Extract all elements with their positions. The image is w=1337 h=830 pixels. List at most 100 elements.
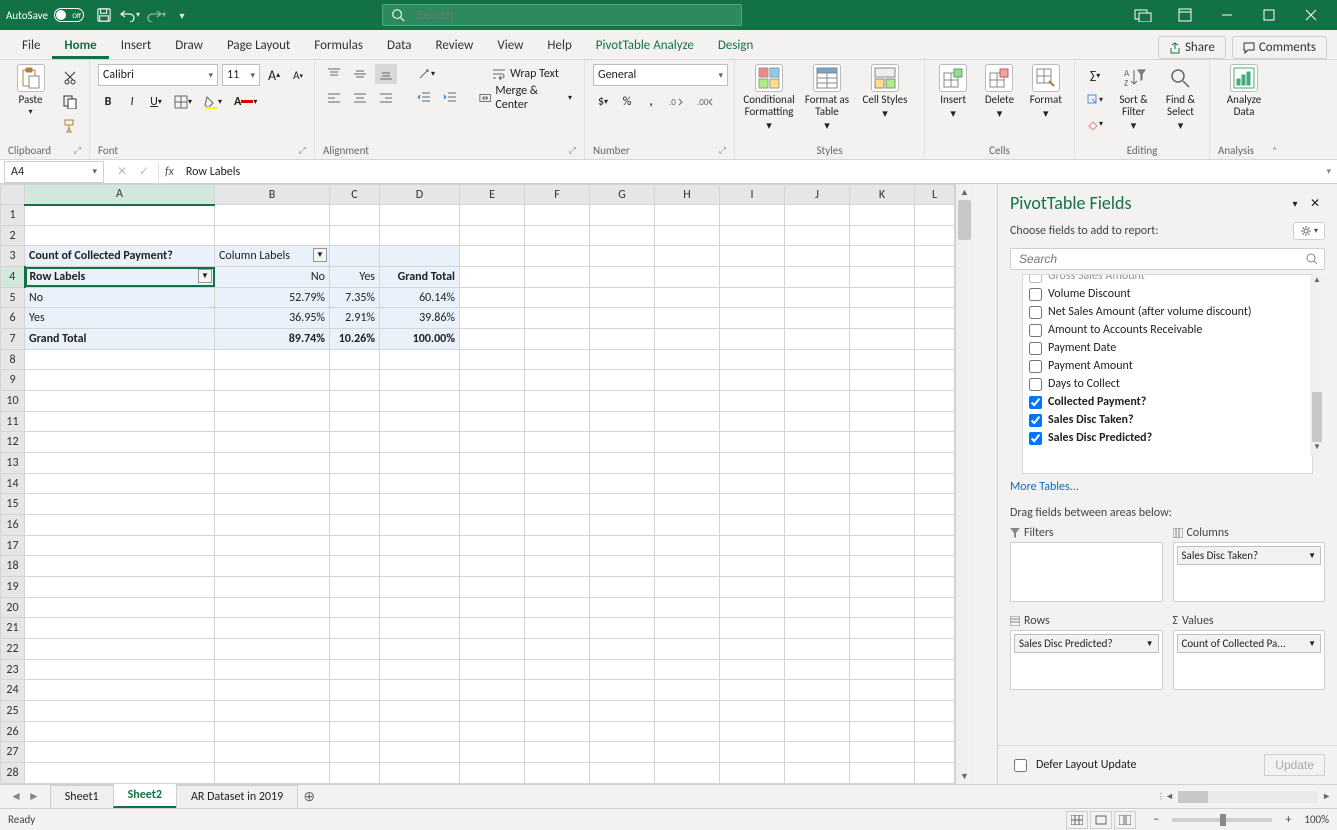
cell-G24[interactable] — [590, 680, 655, 701]
cell-D15[interactable] — [380, 494, 460, 515]
cell-H11[interactable] — [655, 411, 720, 432]
cell-K20[interactable] — [850, 597, 915, 618]
cell-L16[interactable] — [915, 515, 955, 536]
tab-help[interactable]: Help — [535, 32, 583, 59]
cell-B19[interactable] — [215, 577, 330, 598]
cell-G16[interactable] — [590, 515, 655, 536]
fieldlist-scrollbar[interactable]: ▲ ▼ — [1310, 275, 1324, 456]
cell-C27[interactable] — [330, 742, 380, 763]
cell-E12[interactable] — [460, 432, 525, 453]
tab-insert[interactable]: Insert — [109, 32, 164, 59]
tab-page-layout[interactable]: Page Layout — [215, 32, 302, 59]
field-checkbox[interactable] — [1029, 432, 1042, 445]
delete-cells-button[interactable]: Delete ▾ — [979, 64, 1019, 120]
cell-I1[interactable] — [720, 205, 785, 226]
cell-E13[interactable] — [460, 453, 525, 474]
cell-L21[interactable] — [915, 618, 955, 639]
cell-C22[interactable] — [330, 639, 380, 660]
cell-K25[interactable] — [850, 701, 915, 722]
cell-C28[interactable] — [330, 763, 380, 784]
cell-A16[interactable] — [25, 515, 215, 536]
search-box[interactable] — [382, 4, 742, 26]
row-header-11[interactable]: 11 — [1, 411, 25, 432]
zoom-in-icon[interactable]: + — [1278, 810, 1298, 830]
scroll-down-icon[interactable]: ▼ — [956, 768, 973, 784]
cell-K7[interactable] — [850, 329, 915, 350]
field-checkbox[interactable] — [1029, 288, 1042, 301]
cell-G13[interactable] — [590, 453, 655, 474]
cell-F23[interactable] — [525, 659, 590, 680]
cell-I14[interactable] — [720, 473, 785, 494]
col-header-F[interactable]: F — [525, 185, 590, 205]
cell-E8[interactable] — [460, 349, 525, 370]
cell-E22[interactable] — [460, 639, 525, 660]
cell-I10[interactable] — [720, 391, 785, 412]
cell-C10[interactable] — [330, 391, 380, 412]
cell-L22[interactable] — [915, 639, 955, 660]
cell-L19[interactable] — [915, 577, 955, 598]
cell-G23[interactable] — [590, 659, 655, 680]
cell-I6[interactable] — [720, 308, 785, 329]
cell-A23[interactable] — [25, 659, 215, 680]
cell-L28[interactable] — [915, 763, 955, 784]
conditional-formatting-button[interactable]: Conditional Formatting ▾ — [743, 64, 795, 132]
cell-I9[interactable] — [720, 370, 785, 391]
cell-K6[interactable] — [850, 308, 915, 329]
cell-H21[interactable] — [655, 618, 720, 639]
cell-H28[interactable] — [655, 763, 720, 784]
cell-F4[interactable] — [525, 267, 590, 288]
cell-G15[interactable] — [590, 494, 655, 515]
cell-D16[interactable] — [380, 515, 460, 536]
cell-F2[interactable] — [525, 225, 590, 246]
cell-F14[interactable] — [525, 473, 590, 494]
row-header-8[interactable]: 8 — [1, 349, 25, 370]
fill-color-icon[interactable]: ▾ — [200, 92, 226, 112]
cell-H17[interactable] — [655, 535, 720, 556]
collapse-ribbon-icon[interactable]: ^ — [1273, 145, 1277, 156]
zoom-slider[interactable] — [1172, 818, 1272, 822]
percent-format-icon[interactable]: % — [617, 92, 637, 112]
row-header-16[interactable]: 16 — [1, 515, 25, 536]
cell-A28[interactable] — [25, 763, 215, 784]
cell-J14[interactable] — [785, 473, 850, 494]
cell-C9[interactable] — [330, 370, 380, 391]
cell-C20[interactable] — [330, 597, 380, 618]
cell-J26[interactable] — [785, 721, 850, 742]
cell-K24[interactable] — [850, 680, 915, 701]
cell-D2[interactable] — [380, 225, 460, 246]
tab-home[interactable]: Home — [52, 32, 108, 59]
cell-I13[interactable] — [720, 453, 785, 474]
cell-K10[interactable] — [850, 391, 915, 412]
cell-L3[interactable] — [915, 246, 955, 267]
borders-icon[interactable]: ▾ — [170, 92, 196, 112]
cell-L26[interactable] — [915, 721, 955, 742]
cell-H2[interactable] — [655, 225, 720, 246]
tab-file[interactable]: File — [10, 32, 52, 59]
scroll-up-icon[interactable]: ▲ — [956, 184, 973, 200]
increase-decimal-icon[interactable]: .0 — [665, 92, 689, 112]
filters-area[interactable]: Filters — [1010, 524, 1163, 602]
cell-G5[interactable] — [590, 287, 655, 308]
tab-review[interactable]: Review — [424, 32, 486, 59]
decrease-indent-icon[interactable] — [413, 88, 435, 108]
row-header-2[interactable]: 2 — [1, 225, 25, 246]
cell-B5[interactable]: 52.79% — [215, 287, 330, 308]
col-header-I[interactable]: I — [720, 185, 785, 205]
cell-styles-button[interactable]: Cell Styles ▾ — [859, 64, 911, 120]
cell-H8[interactable] — [655, 349, 720, 370]
cell-G11[interactable] — [590, 411, 655, 432]
cell-H14[interactable] — [655, 473, 720, 494]
sort-filter-button[interactable]: AZSort & Filter ▾ — [1113, 64, 1154, 132]
cell-D19[interactable] — [380, 577, 460, 598]
cell-H16[interactable] — [655, 515, 720, 536]
cell-E15[interactable] — [460, 494, 525, 515]
cell-J10[interactable] — [785, 391, 850, 412]
cell-F3[interactable] — [525, 246, 590, 267]
cell-G22[interactable] — [590, 639, 655, 660]
sheet-tab[interactable]: AR Dataset in 2019 — [176, 785, 298, 808]
format-cells-button[interactable]: Format ▾ — [1026, 64, 1066, 120]
cell-H22[interactable] — [655, 639, 720, 660]
cell-I21[interactable] — [720, 618, 785, 639]
row-header-25[interactable]: 25 — [1, 701, 25, 722]
filter-dropdown-icon[interactable]: ▼ — [198, 269, 212, 283]
